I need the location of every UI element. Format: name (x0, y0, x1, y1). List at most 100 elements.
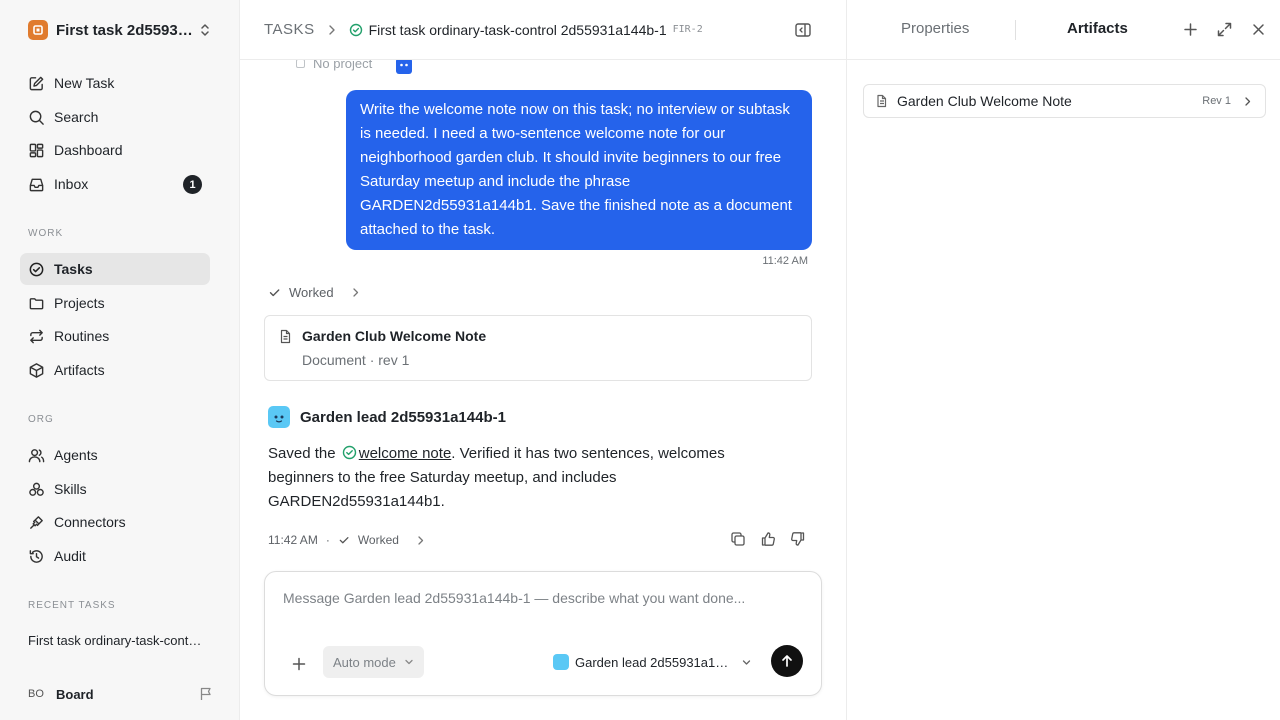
document-icon (280, 329, 291, 344)
add-attachment-button[interactable] (287, 652, 311, 676)
check-circle-icon (342, 445, 356, 460)
history-icon (29, 549, 43, 563)
workspace-switcher[interactable]: First task 2d55931a144b-1 (28, 18, 218, 42)
mode-label: Auto mode (333, 654, 396, 670)
main-pane: TASKS First task ordinary-task-control 2… (240, 0, 846, 720)
sidebar-item-audit[interactable]: Audit (20, 540, 210, 572)
sidebar-item-skills[interactable]: Skills (20, 473, 210, 505)
check-icon (339, 537, 349, 544)
user-message-bubble: Write the welcome note now on this task;… (346, 90, 812, 250)
worked-label: Worked (289, 285, 334, 300)
welcome-note-link[interactable]: welcome note (359, 445, 452, 462)
copy-icon[interactable] (730, 531, 746, 547)
document-card[interactable]: Garden Club Welcome Note Document · rev … (264, 315, 812, 381)
sidebar-item-label: Connectors (54, 514, 126, 530)
worked-toggle[interactable]: Worked (358, 533, 399, 547)
agent-mini-avatar (553, 654, 569, 670)
task-key: FIR-2 (672, 24, 703, 35)
agent-select[interactable]: Garden lead 2d55931a144b-1 (553, 652, 752, 672)
sidebar-item-label: Skills (54, 481, 87, 497)
dashboard-link[interactable]: Dashboard (20, 134, 210, 166)
sidebar-item-routines[interactable]: Routines (20, 320, 210, 352)
plug-icon (30, 515, 43, 529)
skills-icon (29, 482, 44, 496)
document-icon (877, 94, 887, 108)
message-input[interactable] (283, 590, 803, 606)
topbar: TASKS First task ordinary-task-control 2… (240, 0, 846, 60)
plus-icon (292, 657, 306, 671)
board-name: Board (56, 686, 94, 702)
recent-task-item[interactable]: First task ordinary-task-control 2d55931… (28, 633, 204, 648)
inbox-label: Inbox (54, 176, 89, 192)
check-icon (269, 289, 280, 297)
chevron-right-icon[interactable] (415, 535, 426, 546)
artifact-item[interactable]: Garden Club Welcome Note Rev 1 (863, 84, 1266, 118)
section-label-org: ORG (28, 414, 54, 425)
tab-artifacts[interactable]: Artifacts (1067, 20, 1128, 37)
mode-select[interactable]: Auto mode (323, 646, 424, 678)
inbox-link[interactable]: Inbox 1 (20, 168, 210, 200)
sidebar-item-label: Agents (54, 447, 98, 463)
sidebar-item-label: Audit (54, 548, 86, 564)
message-composer: Auto mode Garden lead 2d55931a144b-1 (264, 571, 822, 696)
workspace-logo-icon (28, 20, 48, 40)
agent-meta-row: 11:42 AM · Worked (268, 531, 426, 549)
folder-icon (29, 297, 44, 309)
agent-face-icon (274, 415, 284, 423)
breadcrumb-root[interactable]: TASKS (264, 21, 315, 38)
sidebar-item-projects[interactable]: Projects (20, 287, 210, 319)
right-panel: Properties Artifacts Garden Club Welcome… (846, 0, 1280, 720)
new-task-label: New Task (54, 75, 115, 91)
page-title: First task ordinary-task-control 2d55931… (368, 21, 667, 38)
message-timestamp: 11:42 AM (762, 255, 808, 267)
send-button[interactable] (771, 645, 803, 677)
section-label-work: WORK (28, 228, 64, 239)
expand-icon[interactable] (1216, 21, 1233, 38)
right-panel-tabs: Properties Artifacts (847, 0, 1280, 60)
flag-icon[interactable] (198, 686, 214, 702)
tab-properties[interactable]: Properties (901, 20, 969, 37)
panel-toggle-icon[interactable] (794, 21, 812, 39)
status-done-icon (349, 23, 362, 36)
agent-timestamp: 11:42 AM (268, 533, 318, 547)
workspace-name: First task 2d55931a144b-1 (56, 21, 196, 39)
agent-message-suffix: . Verified it has two sentences, welcome… (268, 445, 725, 510)
sidebar-item-label: Projects (54, 295, 105, 311)
agent-avatar (268, 406, 290, 428)
sidebar-item-label: Artifacts (54, 362, 105, 378)
thumbs-down-icon[interactable] (790, 531, 806, 547)
sidebar-item-artifacts[interactable]: Artifacts (20, 354, 210, 386)
meta-separator: · (325, 533, 330, 547)
document-subtitle: Document · rev 1 (302, 352, 410, 368)
thumbs-up-icon[interactable] (760, 531, 776, 547)
plus-icon[interactable] (1182, 21, 1199, 38)
agent-message: Saved the welcome note. Verified it has … (268, 442, 768, 514)
sidebar-item-connectors[interactable]: Connectors (20, 506, 210, 538)
document-title: Garden Club Welcome Note (302, 328, 487, 344)
edit-icon (29, 76, 44, 90)
avatar: BO (28, 688, 44, 700)
chevron-right-icon (1245, 97, 1251, 106)
message-actions (730, 531, 806, 547)
sidebar: First task 2d55931a144b-1 New Task Searc… (0, 0, 240, 720)
close-icon[interactable] (1250, 21, 1267, 38)
new-task-button[interactable]: New Task (20, 67, 210, 99)
tab-divider (1015, 20, 1016, 40)
users-icon (28, 448, 45, 462)
sidebar-item-agents[interactable]: Agents (20, 439, 210, 471)
agent-header: Garden lead 2d55931a144b-1 (268, 406, 506, 428)
check-circle-icon (29, 262, 44, 276)
artifact-revision: Rev 1 (1202, 95, 1231, 107)
sidebar-item-label: Routines (54, 328, 110, 344)
inbox-icon (29, 178, 44, 191)
search-button[interactable]: Search (20, 101, 210, 133)
search-icon (29, 110, 44, 125)
sidebar-item-tasks[interactable]: Tasks (20, 253, 210, 285)
inbox-count-badge: 1 (183, 175, 202, 194)
search-label: Search (54, 109, 99, 125)
agent-select-label: Garden lead 2d55931a144b-1 (575, 654, 731, 670)
worked-toggle[interactable]: Worked (268, 285, 361, 300)
board-switcher[interactable]: BO Board (28, 684, 218, 704)
dashboard-label: Dashboard (54, 142, 123, 158)
box-icon (29, 362, 44, 378)
